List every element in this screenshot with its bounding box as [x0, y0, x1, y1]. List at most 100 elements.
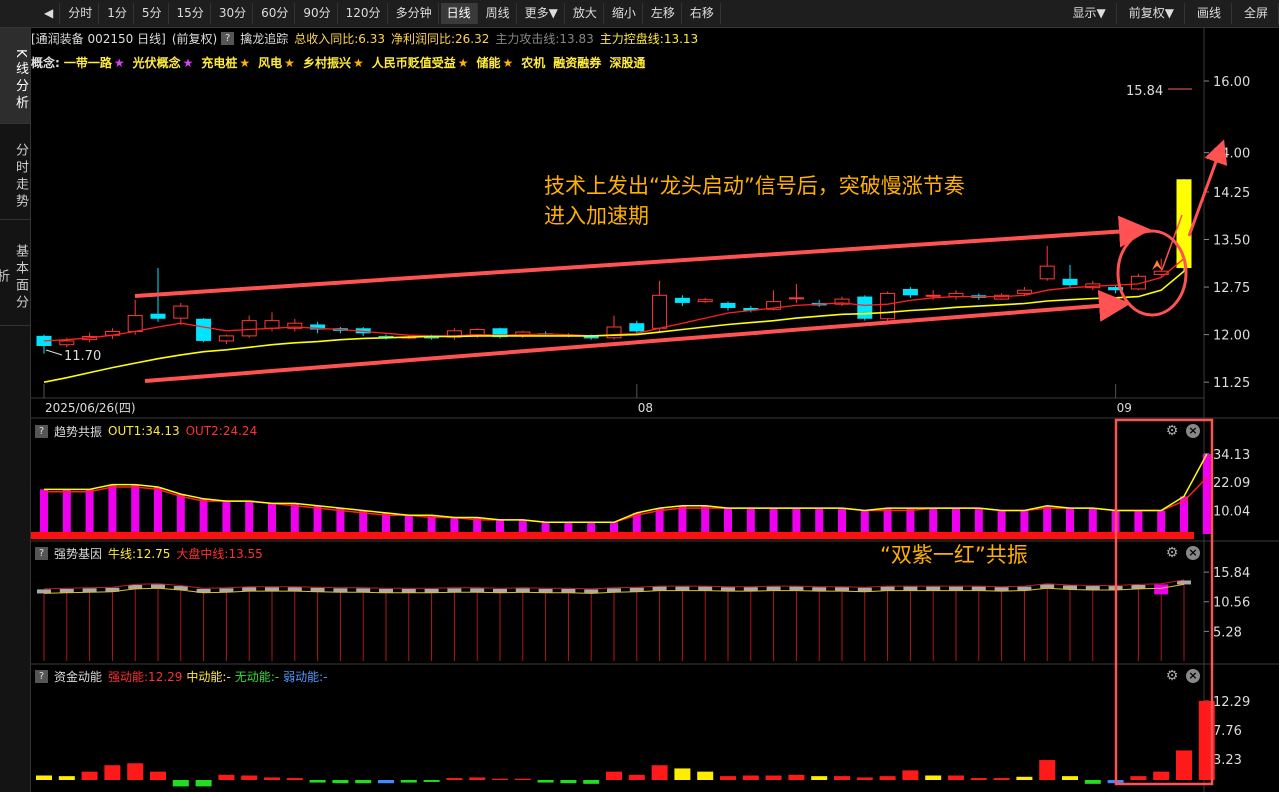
- money-bar: [58, 776, 75, 780]
- money-bar: [742, 775, 759, 780]
- period-button[interactable]: 放大: [567, 3, 604, 24]
- period-button[interactable]: 周线: [480, 3, 517, 24]
- money-bar: [948, 775, 964, 780]
- trend-bar: [382, 512, 390, 534]
- trend-bar: [1020, 510, 1029, 534]
- trend-bar: [678, 505, 687, 534]
- trend-bar: [724, 508, 732, 534]
- y-tick-label: 10.56: [1213, 596, 1250, 611]
- concept-tag[interactable]: 人民币贬值受益 ★: [372, 54, 469, 71]
- toolbar-right-button[interactable]: 画线: [1187, 3, 1232, 24]
- period-button[interactable]: 90分: [297, 3, 338, 24]
- help-icon[interactable]: ?: [35, 669, 48, 683]
- trend-bar: [404, 515, 413, 534]
- help-icon[interactable]: ?: [35, 546, 48, 560]
- sidebar-tab[interactable]: 分时走势: [0, 124, 30, 220]
- toolbar-right-button[interactable]: 显示▼: [1063, 3, 1117, 24]
- close-icon[interactable]: ×: [1186, 669, 1200, 683]
- period-button[interactable]: 30分: [213, 3, 254, 24]
- period-button[interactable]: 60分: [255, 3, 296, 24]
- concept-tag[interactable]: 融资融券: [553, 54, 601, 71]
- money-bar: [378, 780, 394, 784]
- period-button[interactable]: 15分: [171, 3, 211, 24]
- concept-bar: 概念: 一带一路 ★ 光伏概念 ★ 充电桩 ★ 风电 ★ 乡村振兴 ★ 人民币贬值受益 ★ 储能 ★ 农机融…: [31, 52, 1193, 72]
- sidebar-tab[interactable]: 基本面分析: [0, 220, 30, 326]
- trend-bar: [268, 503, 276, 534]
- money-bar: [628, 774, 645, 780]
- sidebar-tab[interactable]: K线分析: [0, 28, 30, 124]
- money-bar: [879, 776, 896, 780]
- money-bar: [469, 777, 486, 780]
- candle-body: [196, 318, 212, 341]
- gene-mark: [835, 587, 849, 592]
- gene-mark: [926, 586, 941, 591]
- trend-bar: [450, 517, 459, 534]
- period-button[interactable]: 日线: [440, 3, 478, 24]
- panel4-medium: 中动能:-: [186, 669, 231, 684]
- candle-body: [720, 302, 736, 308]
- money-bar: [856, 777, 873, 780]
- trend-bar: [154, 487, 162, 534]
- trend-bar: [359, 510, 368, 534]
- gear-icon[interactable]: ⚙: [1164, 545, 1180, 561]
- concept-tag[interactable]: 深股通: [609, 54, 645, 71]
- money-bar: [1130, 776, 1147, 780]
- x-tick-label: 2025/06/26(四): [45, 401, 136, 415]
- candle-body: [241, 320, 257, 337]
- period-button[interactable]: 5分: [136, 3, 169, 24]
- gear-icon[interactable]: ⚙: [1164, 423, 1180, 439]
- gene-mark: [903, 586, 918, 591]
- period-button[interactable]: 1分: [101, 3, 134, 24]
- period-button[interactable]: 120分: [340, 3, 388, 24]
- panel4-weak: 弱动能:-: [283, 669, 328, 684]
- gene-mark: [789, 586, 804, 591]
- revenue-yoy: 总收入同比:6.33: [294, 31, 385, 46]
- period-button[interactable]: 右移: [684, 3, 721, 24]
- candle-body: [264, 320, 280, 329]
- trend-bar: [1134, 510, 1143, 534]
- period-button[interactable]: 缩小: [606, 3, 643, 24]
- star-icon: ★: [457, 55, 469, 70]
- concept-name: 乡村振兴: [302, 55, 351, 70]
- money-bar: [1039, 760, 1056, 780]
- help-icon[interactable]: ?: [221, 31, 235, 45]
- toolbar-right-button[interactable]: 前复权▼: [1119, 3, 1185, 24]
- period-button[interactable]: 分时: [62, 3, 100, 24]
- gear-icon[interactable]: ⚙: [1164, 668, 1180, 684]
- candle-body: [674, 297, 690, 303]
- gene-mark: [515, 588, 530, 593]
- period-button[interactable]: 更多▼: [519, 3, 565, 24]
- period-button[interactable]: 左移: [645, 3, 682, 24]
- stock-title: [通润装备 002150 日线]: [31, 31, 166, 46]
- indicator-name: 擒龙追踪: [240, 31, 289, 46]
- y-tick-label: 15.84: [1213, 566, 1250, 581]
- concept-tag[interactable]: 风电 ★: [258, 54, 295, 71]
- concept-name: 融资融券: [553, 55, 602, 70]
- star-icon: ★: [352, 55, 364, 70]
- concept-tag[interactable]: 乡村振兴 ★: [303, 54, 364, 71]
- rocket-icon: [1152, 260, 1162, 270]
- y-tick-label: 12.00: [1213, 329, 1250, 344]
- concept-label: 概念:: [31, 55, 60, 70]
- concept-tag[interactable]: 农机: [521, 54, 545, 71]
- close-icon[interactable]: ×: [1186, 424, 1200, 438]
- close-icon[interactable]: ×: [1186, 546, 1200, 560]
- toolbar-right-button[interactable]: 全屏: [1234, 3, 1279, 24]
- money-bar: [1153, 771, 1170, 780]
- period-button[interactable]: 多分钟: [390, 3, 439, 24]
- concept-tag[interactable]: 一带一路 ★: [64, 54, 125, 71]
- panel3-mid: 大盘中线:13.55: [176, 546, 263, 561]
- money-bar: [560, 780, 577, 784]
- y-tick-label: 11.25: [1213, 376, 1250, 391]
- money-bar: [1084, 780, 1101, 784]
- info-bar: [通润装备 002150 日线] (前复权) ? 擒龙追踪 总收入同比:6.33…: [31, 28, 1193, 48]
- back-button[interactable]: ◀: [38, 3, 61, 24]
- concept-tag[interactable]: 光伏概念 ★: [133, 54, 194, 71]
- trend-bar: [1088, 508, 1097, 534]
- y-tick-label: 12.75: [1213, 281, 1250, 296]
- help-icon[interactable]: ?: [35, 424, 48, 438]
- concept-tag[interactable]: 充电桩 ★: [201, 54, 250, 71]
- money-bar: [492, 778, 508, 780]
- concept-tag[interactable]: 储能 ★: [477, 54, 514, 71]
- candle-body: [925, 294, 941, 297]
